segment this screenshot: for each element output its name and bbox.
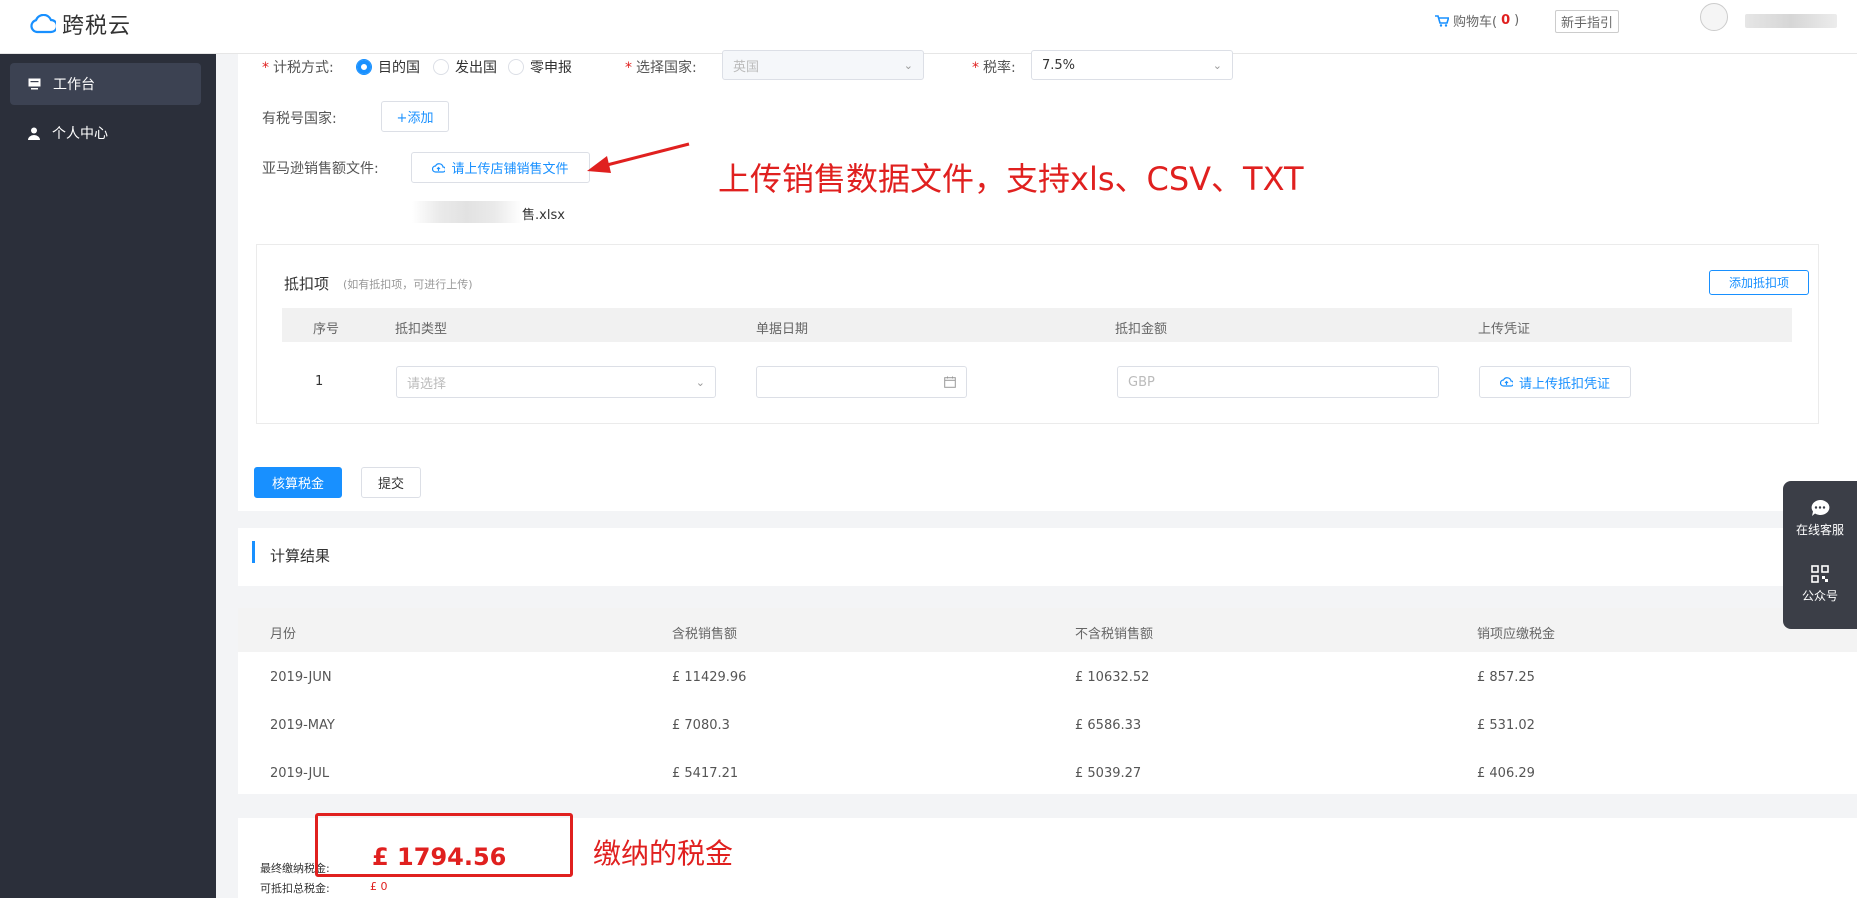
username-blurred[interactable] — [1745, 14, 1837, 28]
avatar[interactable] — [1700, 3, 1728, 31]
sales-file-label: 亚马逊销售额文件: — [262, 161, 379, 177]
upload-cloud-icon — [1499, 377, 1513, 387]
chevron-down-icon: ⌄ — [1212, 58, 1222, 72]
col-index: 序号 — [313, 322, 340, 337]
chat-icon — [1811, 499, 1830, 516]
tax-annotation: 缴纳的税金 — [593, 837, 734, 870]
radio-dot — [508, 59, 524, 75]
upload-sales-file-button[interactable]: 请上传店铺销售文件 — [411, 152, 590, 183]
qr-code-icon — [1811, 565, 1829, 583]
deduction-date-picker[interactable] — [756, 366, 967, 398]
calendar-icon — [944, 376, 956, 388]
upload-cloud-icon — [432, 162, 446, 173]
online-service-button[interactable]: 在线客服 — [1783, 499, 1857, 538]
deduction-hint: (如有抵扣项，可进行上传) — [343, 278, 473, 291]
annotation-arrow — [587, 142, 690, 173]
cloud-icon — [30, 14, 56, 34]
radio-dot — [433, 59, 449, 75]
table-cell: £ 406.29 — [1477, 766, 1535, 781]
table-cell: £ 11429.96 — [672, 670, 747, 685]
uploaded-file-name[interactable]: 售.xlsx — [522, 204, 565, 223]
add-country-button[interactable]: +添加 — [381, 101, 449, 132]
upload-annotation: 上传销售数据文件，支持xls、CSV、TXT — [718, 160, 1304, 198]
deduction-amount-input[interactable]: GBP — [1117, 366, 1439, 398]
table-cell: 2019-JUL — [270, 766, 330, 781]
radio-destination[interactable]: 目的国 — [356, 57, 420, 77]
file-name-blurred — [412, 201, 522, 223]
deduction-row-index: 1 — [315, 374, 324, 389]
col-date: 单据日期 — [756, 322, 809, 337]
sidebar-item-profile[interactable]: 个人中心 — [10, 112, 201, 154]
deduction-type-select[interactable]: 请选择 ⌄ — [396, 366, 716, 398]
monitor-icon — [28, 78, 41, 90]
cart-count: 0 — [1501, 13, 1511, 28]
tax-number-label: 有税号国家: — [262, 111, 337, 127]
logo-text: 跨税云 — [62, 14, 132, 39]
result-title-accent — [252, 541, 255, 563]
top-header: 跨税云 购物车(0) 新手指引 — [0, 0, 1857, 54]
table-cell: £ 7080.3 — [672, 718, 730, 733]
table-cell: £ 5039.27 — [1075, 766, 1142, 781]
submit-button[interactable]: 提交 — [361, 467, 421, 498]
table-cell: 2019-JUN — [270, 670, 332, 685]
tax-method-label: * 计税方式: — [262, 60, 334, 76]
deduction-title: 抵扣项 — [284, 275, 330, 293]
table-cell: £ 857.25 — [1477, 670, 1535, 685]
col-output-tax: 销项应缴税金 — [1477, 627, 1556, 642]
chevron-down-icon: ⌄ — [695, 375, 705, 389]
deduct-total-value: £ 0 — [370, 880, 388, 893]
result-title: 计算结果 — [270, 547, 331, 565]
table-cell: £ 10632.52 — [1075, 670, 1150, 685]
radio-dot — [356, 59, 372, 75]
wechat-account-button[interactable]: 公众号 — [1783, 565, 1857, 604]
col-net-sales: 不含税销售额 — [1075, 627, 1154, 642]
col-month: 月份 — [270, 627, 297, 642]
table-cell: £ 6586.33 — [1075, 718, 1142, 733]
radio-zero-declaration[interactable]: 零申报 — [508, 57, 572, 77]
table-cell: £ 531.02 — [1477, 718, 1535, 733]
sidebar-item-label: 工作台 — [53, 77, 95, 93]
final-tax-value: £ 1794.56 — [372, 843, 507, 871]
add-deduction-button[interactable]: 添加抵扣项 — [1709, 270, 1809, 295]
cart-icon — [1435, 14, 1449, 27]
result-table-header — [238, 608, 1857, 652]
table-cell: £ 5417.21 — [672, 766, 739, 781]
guide-button[interactable]: 新手指引 — [1555, 10, 1620, 33]
user-icon — [28, 127, 40, 140]
country-select[interactable]: 英国 ⌄ — [722, 50, 924, 80]
col-gross-sales: 含税销售额 — [672, 627, 738, 642]
col-amount: 抵扣金额 — [1115, 322, 1168, 337]
table-cell: 2019-MAY — [270, 718, 335, 733]
radio-origin[interactable]: 发出国 — [433, 57, 497, 77]
sidebar-item-workbench[interactable]: 工作台 — [10, 63, 201, 105]
sidebar: 工作台 个人中心 — [0, 54, 216, 898]
deduction-table-header — [282, 308, 1792, 342]
chevron-down-icon: ⌄ — [903, 58, 913, 72]
sidebar-item-label: 个人中心 — [52, 126, 108, 142]
cart-label-close: ) — [1514, 13, 1520, 28]
deduct-total-label: 可抵扣总税金: — [260, 882, 330, 895]
col-voucher: 上传凭证 — [1478, 322, 1531, 337]
col-type: 抵扣类型 — [395, 322, 448, 337]
logo[interactable]: 跨税云 — [30, 8, 131, 40]
floating-service-widget: 在线客服 公众号 — [1783, 481, 1857, 629]
country-label: * 选择国家: — [625, 60, 697, 76]
calculate-tax-button[interactable]: 核算税金 — [254, 467, 342, 498]
result-title-panel — [238, 528, 1857, 586]
rate-select[interactable]: 7.5% ⌄ — [1031, 50, 1233, 80]
rate-label: * 税率: — [972, 60, 1016, 76]
cart-link[interactable]: 购物车(0) — [1435, 11, 1519, 30]
cart-label: 购物车( — [1453, 15, 1498, 30]
upload-voucher-button[interactable]: 请上传抵扣凭证 — [1479, 366, 1631, 398]
